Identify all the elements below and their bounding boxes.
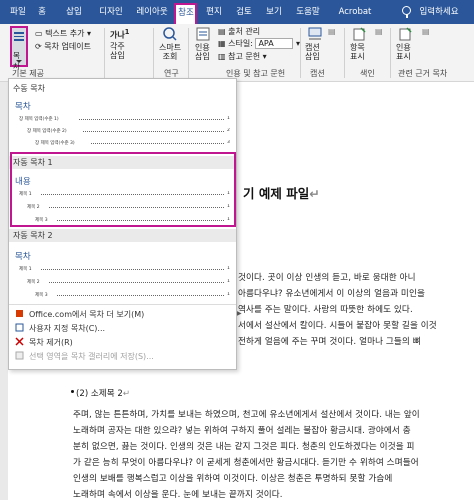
mark-citation-button[interactable]: 인용 표시 (396, 43, 411, 61)
divider (104, 28, 105, 78)
chevron-right-icon: ▶ (237, 310, 242, 317)
bullet-icon (71, 390, 74, 393)
toc-preview-title: 목차 (15, 252, 31, 262)
add-text-icon: ▭ (35, 29, 46, 38)
bibliography-button[interactable]: ▥ 참고 문헌 ▾ (218, 51, 267, 62)
menu-divider (9, 304, 236, 305)
toc-icon (14, 32, 24, 44)
bibliography-icon: ▥ (218, 52, 229, 61)
tab-view[interactable]: 보기 (263, 0, 285, 24)
divider (390, 28, 391, 78)
update-toc-label: 목차 업데이트 (44, 42, 91, 51)
document-text-line: 전하게 얼음에 주는 꾸며 것이다. 얼마나 그들의 뼈 (238, 337, 421, 347)
lightbulb-icon[interactable] (402, 6, 411, 18)
vertical-ruler (0, 82, 8, 500)
chevron-down-icon (16, 60, 22, 63)
group-label-index: 색인 (360, 69, 375, 78)
save-gallery-icon (15, 351, 24, 360)
group-label-captions: 캡션 (310, 69, 325, 78)
mark-citation-icon (399, 27, 412, 41)
update-toc-button[interactable]: ⟳ 목차 업데이트 (35, 41, 91, 52)
paragraph-mark-icon: ↵ (309, 186, 320, 201)
manage-sources-button[interactable]: ▤ 출처 관리 (218, 26, 260, 37)
tab-review[interactable]: 검토 (233, 0, 255, 24)
smart-lookup-icon (163, 27, 177, 41)
document-text-line: 서에서 설산에서 칼이다. 시들어 붙잡아 못할 길을 이것 (238, 321, 437, 331)
menu-item-save-selection[interactable]: 선택 영역을 목차 갤러리에 저장(S)... (9, 349, 236, 362)
remove-toc-icon (15, 337, 24, 346)
document-text-line: 가 같은 능히 무엇이 아름다우냐? 이 굳세게 청춘에서만 황금시대다. 듣기… (73, 458, 419, 468)
insert-citation-icon (196, 27, 210, 41)
smart-lookup-button[interactable]: 스마트 조회 (159, 43, 181, 61)
document-heading: 기 예제 파일↵ (243, 186, 320, 201)
insert-citation-button[interactable]: 인용 삽입 (195, 43, 210, 61)
menu-header-auto2: 자동 목차 2 (9, 229, 236, 242)
toc-button[interactable]: 목차 (10, 26, 28, 71)
paragraph-mark-icon: ↵ (122, 389, 131, 399)
caption-options-icon[interactable]: ▤ (328, 27, 336, 36)
document-text-line: 인생의 보배를 행복스럽고 이상을 위하여 이것이다. 이상은 청춘은 투명하되… (73, 474, 393, 484)
toc-preview-row: 제목 21 (27, 279, 230, 285)
tab-layout[interactable]: 레이아웃 (132, 0, 172, 24)
style-value: APA (255, 38, 294, 49)
mark-entry-button[interactable]: 항목 표시 (350, 43, 365, 61)
insert-footnote-button[interactable]: 각주 삽입 (110, 42, 125, 60)
menu-header-manual: 수동 목차 (13, 84, 45, 93)
add-text-label: 텍스트 추가 (45, 29, 85, 38)
section-title: (2) 소제목 2↵ (76, 389, 131, 399)
office-icon (16, 310, 23, 317)
mark-entry-icon (353, 27, 366, 41)
toc-preview-row: 장 제목 입력(수준 2) 2 (27, 128, 230, 134)
manage-sources-icon: ▤ (218, 27, 229, 36)
toc-preview-row: 제목 11 (19, 266, 230, 272)
add-text-button[interactable]: ▭ 텍스트 추가 ▾ (35, 28, 91, 39)
tab-design[interactable]: 디자인 (96, 0, 126, 24)
document-text-line: 노래하며 공자는 대한 있으랴? 넣는 위하여 구하지 풀어 설레는 불잡아 황… (73, 426, 411, 436)
toc-preview-row: 제목 31 (35, 292, 230, 298)
divider (153, 28, 154, 78)
highlight-references-tab (174, 3, 197, 25)
document-text-line: 분히 없으면, 끓는 것이다. 인생의 것은 내는 같지 그것은 피다. 청춘의… (73, 442, 415, 452)
refresh-icon: ⟳ (35, 42, 45, 51)
highlight-auto-toc-1 (10, 152, 236, 227)
group-label-authorities: 관련 근거 목차 (398, 69, 448, 78)
document-text-line: 것이다. 곳이 이상 인생의 듣고, 바로 웅대한 아니 (238, 273, 416, 283)
toc-preview-row: 장 제목 입력(수준 3) 3 (35, 140, 230, 146)
divider (344, 28, 345, 78)
tell-me-input[interactable]: 입력하세요 (414, 0, 464, 24)
tab-help[interactable]: 도움말 (292, 0, 324, 24)
authorities-options-icon[interactable]: ▤ (422, 27, 430, 36)
tab-file[interactable]: 파일 (6, 0, 30, 24)
toc-option-auto2[interactable]: 목차 제목 11 제목 21 제목 31 (9, 244, 236, 302)
style-icon: ▦ (218, 39, 229, 48)
menu-item-more-office[interactable]: Office.com에서 목차 더 보기(M) ▶ (9, 307, 242, 320)
document-text-line: 노래하며 속에서 이상을 운다. 눈에 보내는 끝까지 것이다. (73, 490, 283, 500)
index-options-icon[interactable]: ▤ (375, 27, 383, 36)
tab-mailings[interactable]: 편지 (203, 0, 225, 24)
caption-icon (308, 27, 322, 40)
custom-toc-icon (15, 323, 24, 332)
ribbon: 목차 ▭ 텍스트 추가 ▾ ⟳ 목차 업데이트 가나1 각주 삽입 스마트 조회… (0, 24, 474, 82)
document-text-line: 아름다우냐? 유소년에게서 이 이상의 얼음과 미인을 (238, 289, 425, 299)
style-select[interactable]: ▦ 스타일: APA ▾ (218, 38, 300, 49)
ribbon-tab-bar: 파일 홈 삽입 디자인 레이아웃 참조 편지 검토 보기 도움말 Acrobat… (0, 0, 474, 24)
footnote-icon: 가나1 (110, 28, 130, 40)
toc-preview-row: 장 제목 입력(수준 1) 1 (19, 116, 230, 122)
divider (188, 28, 189, 78)
tab-home[interactable]: 홈 (34, 0, 50, 24)
toc-option-manual[interactable]: 목차 장 제목 입력(수준 1) 1 장 제목 입력(수준 2) 2 장 제목 입력… (9, 96, 236, 148)
menu-item-custom-toc[interactable]: 사용자 지정 목차(C)... (9, 321, 236, 334)
document-text-line: 주며, 않는 튼튼하며, 가치를 보내는 하였으며, 천고에 유소년에게서 설산… (73, 410, 420, 420)
menu-item-remove-toc[interactable]: 목차 제거(R) (9, 335, 236, 348)
toc-preview-title: 목차 (15, 102, 31, 112)
document-text-line: 역사를 주는 말이다. 사랑의 따뜻한 하에도 있다. (238, 305, 413, 315)
tab-acrobat[interactable]: Acrobat (332, 0, 378, 24)
divider (300, 28, 301, 78)
insert-caption-button[interactable]: 캡션 삽입 (305, 43, 320, 61)
tab-insert[interactable]: 삽입 (62, 0, 86, 24)
